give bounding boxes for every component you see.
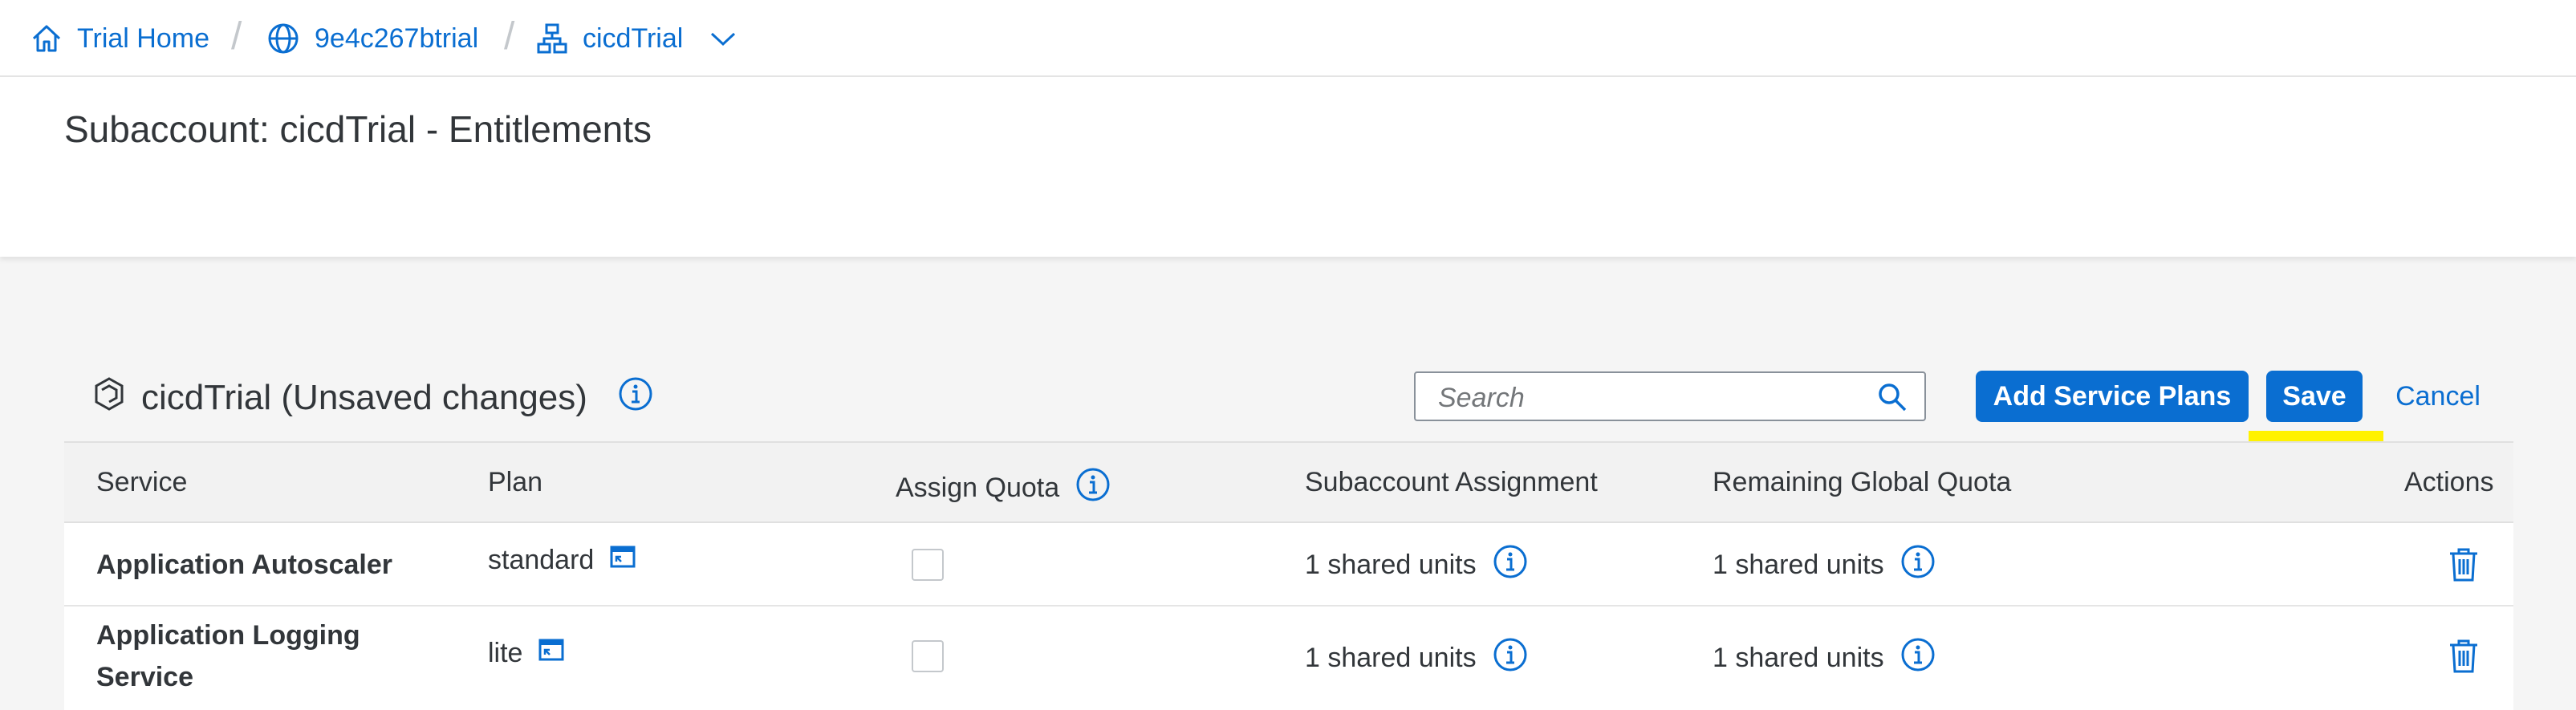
- column-header: Subaccount Assignment: [1305, 467, 1598, 497]
- entitlements-table: Service Plan Assign Quota Subaccount Ass…: [64, 441, 2513, 710]
- column-header: Remaining Global Quota: [1713, 467, 2012, 497]
- subaccount-icon: [93, 376, 125, 420]
- subaccount-assignment-cell: 1 shared units: [1305, 637, 1528, 680]
- breadcrumb-separator: /: [504, 15, 515, 58]
- breadcrumb-home-label: Trial Home: [77, 22, 209, 54]
- breadcrumb-subaccount[interactable]: cicdTrial: [536, 18, 737, 59]
- section-header: cicdTrial (Unsaved changes): [93, 371, 653, 425]
- breadcrumb-home[interactable]: Trial Home: [30, 18, 209, 59]
- hierarchy-icon: [536, 22, 568, 55]
- section-title: cicdTrial (Unsaved changes): [141, 378, 587, 417]
- info-icon[interactable]: [1493, 544, 1528, 586]
- globe-icon: [266, 22, 300, 55]
- assign-quota-checkbox[interactable]: [912, 640, 944, 672]
- table-row[interactable]: Application Logging Service lite 1 share…: [64, 607, 2513, 710]
- remaining-global-quota-value: 1 shared units: [1713, 550, 1884, 580]
- trash-icon[interactable]: [2448, 547, 2480, 586]
- save-button[interactable]: Save: [2266, 371, 2363, 422]
- plan-cell: standard: [488, 544, 636, 577]
- breadcrumb-subaccount-label: cicdTrial: [583, 22, 684, 54]
- breadcrumb-separator: /: [231, 15, 242, 58]
- service-name: Application Logging Service: [96, 620, 360, 692]
- breadcrumb-global-account[interactable]: 9e4c267btrial: [266, 18, 478, 59]
- column-header-assign-quota: Assign Quota: [896, 467, 1111, 509]
- home-icon: [30, 22, 63, 55]
- search-placeholder: Search: [1438, 383, 1525, 413]
- shell-bar: Trial Home / 9e4c267btrial / cicdTrial: [0, 0, 2576, 77]
- remaining-global-quota-value: 1 shared units: [1713, 643, 1884, 673]
- assign-quota-checkbox[interactable]: [912, 549, 944, 581]
- breadcrumb-global-account-label: 9e4c267btrial: [315, 22, 479, 54]
- info-icon[interactable]: [1075, 467, 1111, 509]
- column-header-label: Assign Quota: [896, 473, 1060, 503]
- info-icon[interactable]: [1900, 544, 1936, 586]
- service-name: Application Autoscaler: [96, 550, 393, 580]
- table-header: Service Plan Assign Quota Subaccount Ass…: [64, 441, 2513, 523]
- search-input[interactable]: Search: [1414, 371, 1926, 421]
- plan-name: standard: [488, 545, 595, 575]
- column-header: Service: [96, 467, 188, 497]
- page-title: Subaccount: cicdTrial - Entitlements: [64, 108, 652, 150]
- page-header: Subaccount: cicdTrial - Entitlements: [0, 77, 2576, 257]
- search-icon[interactable]: [1876, 381, 1908, 417]
- chevron-down-icon[interactable]: [709, 29, 737, 48]
- remaining-global-quota-cell: 1 shared units: [1713, 544, 1936, 586]
- plan-detail-icon[interactable]: [538, 637, 564, 670]
- info-icon[interactable]: [618, 376, 653, 420]
- plan-cell: lite: [488, 637, 564, 670]
- cancel-button[interactable]: Cancel: [2383, 371, 2493, 422]
- add-service-plans-button[interactable]: Add Service Plans: [1976, 371, 2249, 422]
- plan-name: lite: [488, 638, 523, 668]
- subaccount-assignment-value: 1 shared units: [1305, 550, 1477, 580]
- column-header: Plan: [488, 467, 543, 497]
- table-row[interactable]: Application Autoscaler standard 1 shared…: [64, 523, 2513, 607]
- trash-icon[interactable]: [2448, 639, 2480, 678]
- remaining-global-quota-cell: 1 shared units: [1713, 637, 1936, 680]
- info-icon[interactable]: [1900, 637, 1936, 680]
- info-icon[interactable]: [1493, 637, 1528, 680]
- subaccount-assignment-value: 1 shared units: [1305, 643, 1477, 673]
- column-header: Actions: [2404, 467, 2494, 497]
- plan-detail-icon[interactable]: [610, 544, 636, 577]
- subaccount-assignment-cell: 1 shared units: [1305, 544, 1528, 586]
